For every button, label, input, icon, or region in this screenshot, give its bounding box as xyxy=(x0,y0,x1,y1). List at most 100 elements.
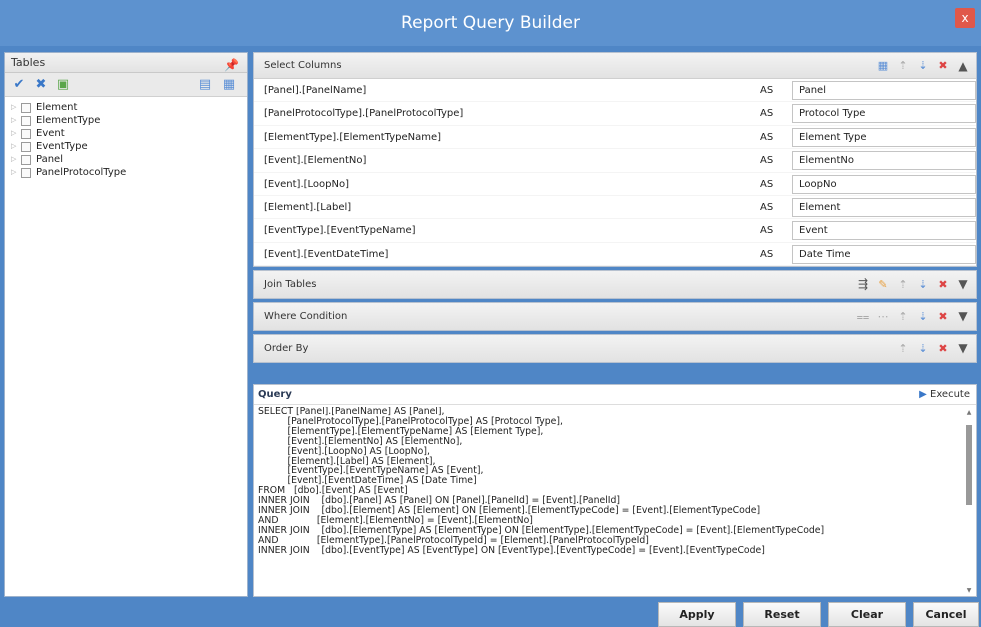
as-keyword: AS xyxy=(760,131,774,143)
move-up-icon[interactable]: ⇡ xyxy=(896,335,910,362)
execute-button[interactable]: ▶ Execute xyxy=(919,385,970,405)
expand-arrow-icon[interactable]: ▷ xyxy=(11,140,21,153)
section-title: Join Tables xyxy=(264,279,317,291)
select-column-row: [Event].[ElementNo] AS ElementNo xyxy=(254,149,976,173)
check-all-icon[interactable]: ✔ xyxy=(11,77,27,93)
alias-input[interactable]: LoopNo xyxy=(792,174,976,194)
delete-icon[interactable]: ✖ xyxy=(936,335,950,362)
section-title: Order By xyxy=(264,343,309,355)
select-columns-header[interactable]: Select Columns ▦ ⇡ ⇣ ✖ ▲ xyxy=(254,53,976,79)
tree-item-label: PanelProtocolType xyxy=(36,167,127,178)
select-column-row: [Panel].[PanelName] AS Panel xyxy=(254,79,976,103)
table-checkbox[interactable] xyxy=(21,141,31,152)
edit-icon[interactable]: ✎ xyxy=(876,271,890,298)
alias-input[interactable]: Element xyxy=(792,197,976,217)
select-column-row: [Event].[EventDateTime] AS Date Time xyxy=(254,243,976,267)
where-condition-header[interactable]: Where Condition ⩵ ⋯ ⇡ ⇣ ✖ ▼ xyxy=(254,303,976,331)
grid-icon[interactable]: ▦ xyxy=(876,53,890,79)
tree-item-label: EventType xyxy=(36,141,88,152)
pin-icon[interactable]: 📌 xyxy=(224,55,239,75)
alias-input[interactable]: Event xyxy=(792,221,976,241)
delete-icon[interactable]: ✖ xyxy=(936,271,950,298)
table-checkbox[interactable] xyxy=(21,167,31,178)
add-group-icon[interactable]: ⋯ xyxy=(876,303,890,330)
expand-icon[interactable]: ▼ xyxy=(956,335,970,362)
expand-arrow-icon[interactable]: ▷ xyxy=(11,127,21,140)
tree-item-label: Panel xyxy=(36,154,63,165)
scroll-down-icon[interactable]: ▼ xyxy=(964,587,974,594)
join-icon[interactable]: ⇶ xyxy=(856,271,870,298)
close-button[interactable]: x xyxy=(955,8,975,28)
move-down-icon[interactable]: ⇣ xyxy=(916,303,930,330)
expand-arrow-icon[interactable]: ▷ xyxy=(11,101,21,114)
add-table-icon[interactable]: ▣ xyxy=(55,77,71,93)
apply-button[interactable]: Apply xyxy=(658,602,736,627)
alias-input[interactable]: Protocol Type xyxy=(792,104,976,124)
move-down-icon[interactable]: ⇣ xyxy=(916,335,930,362)
alias-input[interactable]: Date Time xyxy=(792,244,976,264)
query-section: Query ▶ Execute SELECT [Panel].[PanelNam… xyxy=(253,384,977,597)
add-condition-icon[interactable]: ⩵ xyxy=(856,303,870,330)
move-up-icon[interactable]: ⇡ xyxy=(896,53,910,79)
table-checkbox[interactable] xyxy=(21,102,31,113)
join-tables-header[interactable]: Join Tables ⇶ ✎ ⇡ ⇣ ✖ ▼ xyxy=(254,271,976,299)
table-checkbox[interactable] xyxy=(21,128,31,139)
query-scrollbar[interactable]: ▲ ▼ xyxy=(964,409,974,594)
move-up-icon[interactable]: ⇡ xyxy=(896,303,910,330)
column-expression: [Element].[Label] xyxy=(264,201,352,213)
table-checkbox[interactable] xyxy=(21,115,31,126)
select-column-row: [PanelProtocolType].[PanelProtocolType] … xyxy=(254,102,976,126)
alias-input[interactable]: ElementNo xyxy=(792,151,976,171)
tree-item-panel[interactable]: ▷ Panel xyxy=(11,153,241,166)
as-keyword: AS xyxy=(760,155,774,167)
as-keyword: AS xyxy=(760,248,774,260)
tree-item-element[interactable]: ▷ Element xyxy=(11,101,241,114)
column-expression: [EventType].[EventTypeName] xyxy=(264,225,416,237)
expand-arrow-icon[interactable]: ▷ xyxy=(11,114,21,127)
as-keyword: AS xyxy=(760,201,774,213)
collapse-icon[interactable]: ▲ xyxy=(956,53,970,79)
tables-panel: Tables 📌 ✔ ✖ ▣ ▤ ▦ ▷ Element ▷ ElementTy… xyxy=(4,52,248,597)
column-expression: [ElementType].[ElementTypeName] xyxy=(264,131,442,143)
uncheck-all-icon[interactable]: ✖ xyxy=(33,77,49,93)
expand-icon[interactable]: ▼ xyxy=(956,303,970,330)
as-keyword: AS xyxy=(760,178,774,190)
title-bar: Report Query Builder x xyxy=(0,0,981,46)
scroll-thumb[interactable] xyxy=(966,425,972,505)
tables-toolbar: ✔ ✖ ▣ ▤ ▦ xyxy=(5,73,247,97)
reset-button[interactable]: Reset xyxy=(743,602,821,627)
as-keyword: AS xyxy=(760,85,774,96)
tree-item-label: ElementType xyxy=(36,115,101,126)
alias-input[interactable]: Element Type xyxy=(792,127,976,147)
move-up-icon[interactable]: ⇡ xyxy=(896,271,910,298)
expand-icon[interactable]: ▼ xyxy=(956,271,970,298)
tree-item-panelprotocoltype[interactable]: ▷ PanelProtocolType xyxy=(11,166,241,179)
scroll-up-icon[interactable]: ▲ xyxy=(964,409,974,416)
tables-panel-header: Tables 📌 xyxy=(5,53,247,73)
delete-icon[interactable]: ✖ xyxy=(936,53,950,79)
expand-all-icon[interactable]: ▤ xyxy=(197,77,213,93)
as-keyword: AS xyxy=(760,108,774,120)
collapse-all-icon[interactable]: ▦ xyxy=(221,77,237,93)
tables-panel-title: Tables xyxy=(11,56,46,69)
delete-icon[interactable]: ✖ xyxy=(936,303,950,330)
cancel-button[interactable]: Cancel xyxy=(913,602,979,627)
report-query-builder-dialog: Report Query Builder x Tables 📌 ✔ ✖ ▣ ▤ … xyxy=(0,0,981,627)
tree-item-eventtype[interactable]: ▷ EventType xyxy=(11,140,241,153)
table-checkbox[interactable] xyxy=(21,154,31,165)
query-textarea[interactable]: SELECT [Panel].[PanelName] AS [Panel], [… xyxy=(258,407,958,595)
move-down-icon[interactable]: ⇣ xyxy=(916,53,930,79)
tree-item-event[interactable]: ▷ Event xyxy=(11,127,241,140)
order-by-header[interactable]: Order By ⇡ ⇣ ✖ ▼ xyxy=(254,335,976,363)
move-down-icon[interactable]: ⇣ xyxy=(916,271,930,298)
alias-input[interactable]: Panel xyxy=(792,81,976,100)
where-condition-section: Where Condition ⩵ ⋯ ⇡ ⇣ ✖ ▼ xyxy=(253,302,977,332)
dialog-title: Report Query Builder xyxy=(401,13,580,33)
clear-button[interactable]: Clear xyxy=(828,602,906,627)
expand-arrow-icon[interactable]: ▷ xyxy=(11,153,21,166)
section-toolbar: ⇡ ⇣ ✖ ▼ xyxy=(896,335,970,361)
column-expression: [Panel].[PanelName] xyxy=(264,85,367,96)
column-expression: [Event].[LoopNo] xyxy=(264,178,350,190)
expand-arrow-icon[interactable]: ▷ xyxy=(11,166,21,179)
tree-item-elementtype[interactable]: ▷ ElementType xyxy=(11,114,241,127)
